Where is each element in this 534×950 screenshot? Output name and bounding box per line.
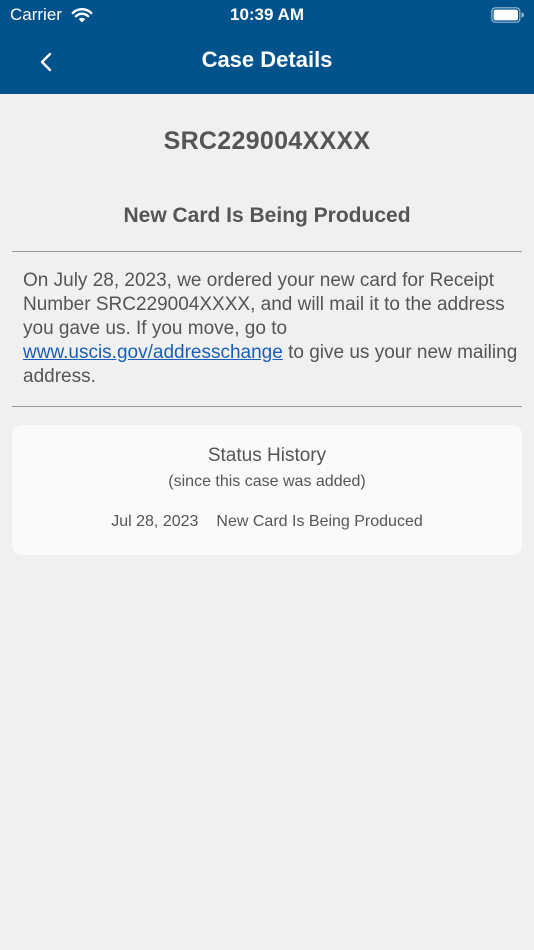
address-change-link[interactable]: www.uscis.gov/addresschange [23, 342, 283, 363]
divider [12, 406, 522, 407]
status-bar: Carrier 10:39 AM [0, 0, 534, 32]
status-history-card: Status History (since this case was adde… [12, 425, 522, 555]
status-history-title: Status History [207, 445, 327, 466]
clock: 10:39 AM [229, 5, 304, 24]
receipt-number: SRC229004XXXX [163, 127, 371, 155]
history-entry-date: Jul 28, 2023 [111, 513, 199, 530]
navigation-header: Carrier 10:39 AM Case Details [0, 0, 534, 94]
battery-icon [491, 7, 524, 23]
case-description: On July 28, 2023, we ordered your new ca… [23, 269, 523, 389]
status-history-subtitle: (since this case was added) [168, 473, 366, 490]
status-history-entry: Jul 28, 2023 New Card Is Being Produced [12, 513, 522, 531]
history-entry-status: New Card Is Being Produced [216, 513, 423, 530]
page-title: Case Details [201, 47, 333, 72]
case-status-title: New Card Is Being Produced [123, 204, 411, 227]
description-text: On July 28, 2023, we ordered your new ca… [23, 270, 505, 339]
divider [12, 251, 522, 252]
